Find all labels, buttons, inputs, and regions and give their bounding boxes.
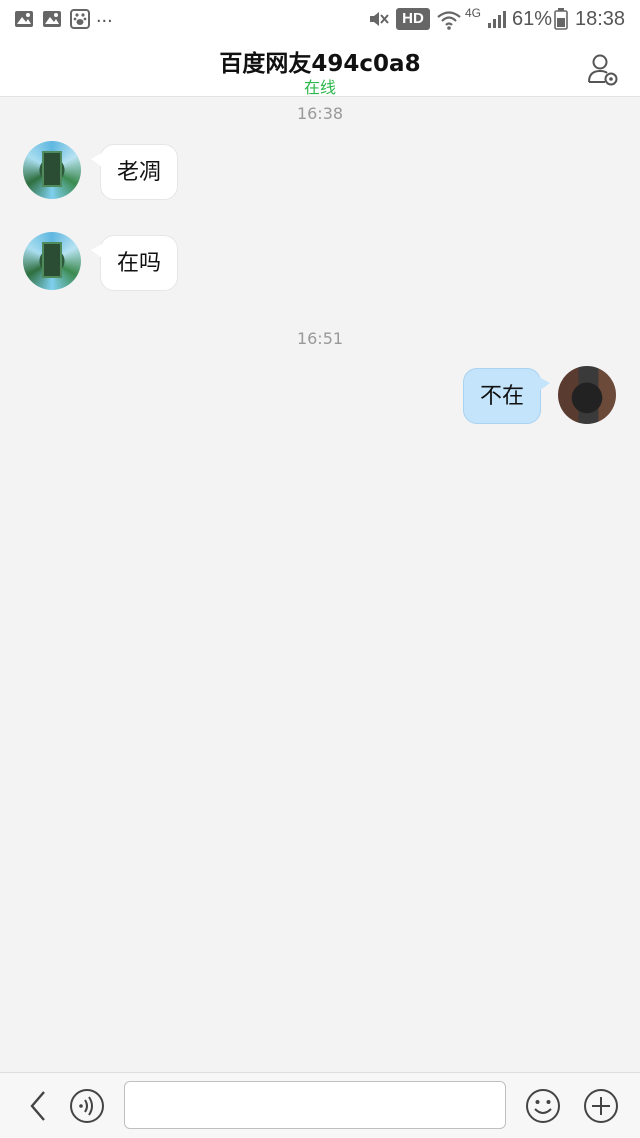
mute-icon	[370, 12, 389, 26]
signal-icon	[488, 11, 506, 28]
chat-title: 百度网友494c0a8	[219, 51, 421, 77]
emoji-icon[interactable]	[525, 1088, 561, 1124]
clock: 18:38	[575, 8, 626, 30]
battery-percent: 61%	[512, 8, 553, 30]
chevron-left-icon[interactable]	[20, 1088, 56, 1124]
plus-circle-icon[interactable]	[583, 1088, 619, 1124]
outgoing-message-bubble[interactable]: 不在	[463, 368, 550, 424]
incoming-message-bubble[interactable]: 老凋	[91, 144, 178, 200]
voice-icon[interactable]	[69, 1088, 105, 1124]
wifi-icon	[437, 11, 461, 30]
more-notifications: ...	[96, 5, 113, 27]
incoming-message-bubble[interactable]: 在吗	[91, 235, 178, 291]
peer-avatar[interactable]	[23, 141, 81, 199]
message-timestamp: 16:51	[296, 329, 344, 348]
online-status: 在线	[303, 78, 336, 97]
chat-screen: ... HD 4G 61% 18:38 百度网友494c0a8 在线 16:38…	[0, 0, 640, 1138]
network-type: 4G	[465, 6, 482, 20]
user-settings-icon[interactable]	[586, 52, 620, 86]
chat-header: 百度网友494c0a8 在线	[0, 40, 640, 97]
input-bar	[0, 1072, 640, 1138]
my-avatar[interactable]	[558, 366, 616, 424]
baidu-paw-icon	[70, 9, 90, 29]
peer-avatar[interactable]	[23, 232, 81, 290]
status-bar: ... HD 4G 61% 18:38	[0, 0, 640, 40]
message-timestamp: 16:38	[296, 104, 344, 123]
battery-icon	[554, 8, 568, 30]
hd-badge: HD	[396, 8, 430, 30]
image-icon	[15, 11, 33, 27]
image-icon	[43, 11, 61, 27]
message-input[interactable]	[124, 1081, 506, 1129]
